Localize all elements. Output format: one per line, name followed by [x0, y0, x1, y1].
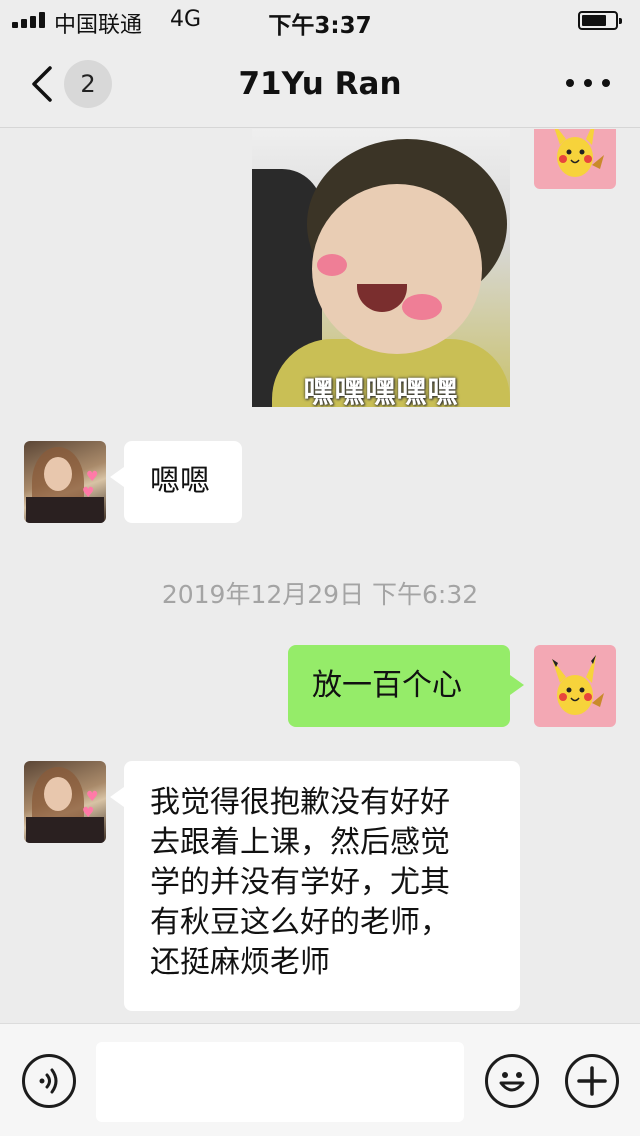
incoming-message-bubble[interactable]: 我觉得很抱歉没有好好 去跟着上课，然后感觉 学的并没有学好，尤其 有秋豆这么好的…	[110, 761, 520, 1011]
message-line: 我觉得很抱歉没有好好	[150, 785, 450, 820]
message-timestamp: 2019年12月29日 下午6:32	[161, 580, 479, 609]
self-avatar[interactable]	[534, 645, 616, 727]
message-input[interactable]	[96, 1042, 464, 1122]
chat-header: 2 71Yu Ran	[0, 40, 640, 128]
incoming-message-bubble[interactable]: 嗯嗯	[110, 441, 242, 523]
chat-title: 71Yu Ran	[238, 66, 402, 102]
pikachu-avatar-icon	[552, 655, 604, 715]
status-time: 下午3:37	[268, 13, 372, 39]
message-text: 嗯嗯	[150, 464, 210, 499]
battery-icon	[578, 11, 622, 30]
message-line: 去跟着上课，然后感觉	[150, 825, 450, 860]
plus-button[interactable]	[565, 1054, 619, 1108]
self-avatar[interactable]	[534, 129, 616, 189]
friend-avatar[interactable]: ♥ ♥	[24, 441, 106, 523]
voice-icon	[39, 1068, 58, 1094]
message-line: 学的并没有学好，尤其	[150, 865, 450, 900]
outgoing-message-bubble[interactable]: 放一百个心	[288, 645, 524, 727]
input-bar	[0, 1023, 640, 1136]
message-line: 还挺麻烦老师	[150, 945, 330, 980]
sticker-image[interactable]: 嘿嘿嘿嘿嘿	[252, 129, 510, 407]
message-list[interactable]: 嘿嘿嘿嘿嘿 ♥ ♥ 嗯嗯 2019年12月29日 下午6:32 放一百个心 ♥ …	[0, 129, 640, 1023]
sticker-caption: 嘿嘿嘿嘿嘿	[303, 375, 459, 407]
more-dots-icon[interactable]	[566, 76, 610, 90]
message-line: 有秋豆这么好的老师，	[150, 905, 450, 940]
voice-button[interactable]	[22, 1054, 76, 1108]
emoji-button[interactable]	[485, 1054, 539, 1108]
emoji-icon	[499, 1072, 525, 1092]
friend-avatar[interactable]: ♥ ♥	[24, 761, 106, 843]
message-text: 放一百个心	[312, 668, 462, 703]
status-bar: 中国联通 4G 下午3:37	[0, 0, 640, 40]
plus-icon	[577, 1066, 607, 1096]
pikachu-avatar-icon	[554, 129, 604, 177]
